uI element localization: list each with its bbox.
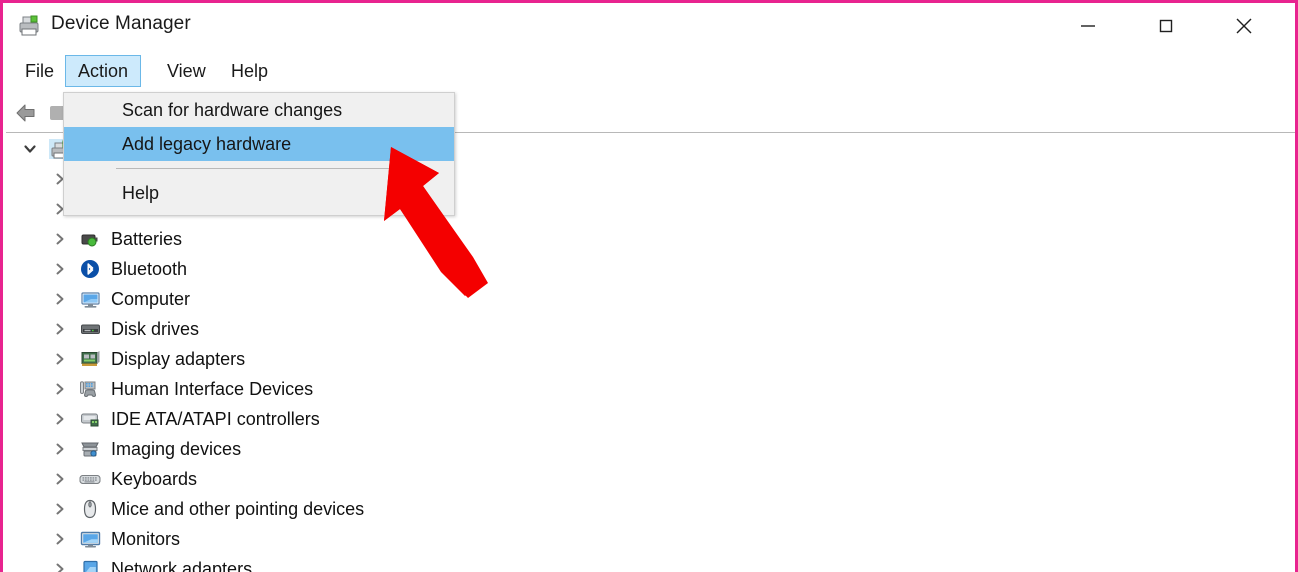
bluetooth-icon [79, 259, 101, 279]
tree-item-label: Bluetooth [111, 258, 188, 279]
tree-item-bluetooth[interactable]: Bluetooth [9, 254, 1292, 284]
tree-item-ide-controllers[interactable]: IDE ATA/ATAPI controllers [9, 404, 1292, 434]
tree-item-label: Batteries [111, 228, 183, 249]
tree-item-label: Imaging devices [111, 438, 242, 459]
keyboard-icon [79, 469, 101, 489]
tree-item-label: Keyboards [111, 468, 198, 489]
tree-item-label: Human Interface Devices [111, 378, 314, 399]
tree-item-monitors[interactable]: Monitors [9, 524, 1292, 554]
window-title: Device Manager [51, 13, 191, 34]
tree-item-label: Monitors [111, 528, 181, 549]
chevron-right-icon[interactable] [51, 471, 69, 487]
tree-item-label: IDE ATA/ATAPI controllers [111, 408, 320, 429]
tree-item-label: Display adapters [111, 348, 246, 369]
tree-item-label: Computer [111, 288, 191, 309]
computer-icon [79, 289, 101, 309]
tree-item-batteries[interactable]: Batteries [9, 224, 1292, 254]
menu-help[interactable]: Help [219, 55, 280, 87]
maximize-icon [1155, 15, 1177, 37]
tree-item-mice[interactable]: Mice and other pointing devices [9, 494, 1292, 524]
device-manager-window: Device Manager File Action View Help Bat… [0, 0, 1298, 572]
chevron-right-icon[interactable] [51, 411, 69, 427]
close-icon [1232, 14, 1256, 38]
close-button[interactable] [1214, 3, 1274, 48]
tree-item-label: Network adapters [111, 558, 253, 572]
tree-item-label: Mice and other pointing devices [111, 498, 365, 519]
ide-controller-icon [79, 409, 101, 429]
title-bar[interactable]: Device Manager [3, 3, 1295, 48]
chevron-right-icon[interactable] [51, 501, 69, 517]
tree-item-disk-drives[interactable]: Disk drives [9, 314, 1292, 344]
tree-item-network-adapters[interactable]: Network adapters [9, 554, 1292, 572]
chevron-right-icon[interactable] [51, 321, 69, 337]
menu-bar: File Action View Help [3, 51, 1295, 91]
maximize-button[interactable] [1136, 3, 1196, 48]
imaging-device-icon [79, 439, 101, 459]
minimize-icon [1077, 15, 1099, 37]
tree-item-computer[interactable]: Computer [9, 284, 1292, 314]
menu-separator [116, 168, 402, 169]
chevron-right-icon[interactable] [51, 261, 69, 277]
chevron-right-icon[interactable] [51, 231, 69, 247]
chevron-right-icon[interactable] [51, 561, 69, 572]
monitor-icon [79, 529, 101, 549]
network-adapter-icon [79, 559, 101, 572]
menu-file[interactable]: File [13, 55, 66, 87]
minimize-button[interactable] [1058, 3, 1118, 48]
chevron-right-icon[interactable] [51, 291, 69, 307]
tree-item-keyboards[interactable]: Keyboards [9, 464, 1292, 494]
tree-item-label: Disk drives [111, 318, 200, 339]
menu-item-scan-for-hardware-changes[interactable]: Scan for hardware changes [64, 93, 454, 127]
chevron-right-icon[interactable] [51, 441, 69, 457]
disk-drive-icon [79, 319, 101, 339]
tree-item-display-adapters[interactable]: Display adapters [9, 344, 1292, 374]
chevron-down-icon[interactable] [21, 141, 39, 157]
chevron-right-icon[interactable] [51, 531, 69, 547]
battery-icon [79, 229, 101, 249]
chevron-right-icon[interactable] [51, 351, 69, 367]
menu-view[interactable]: View [155, 55, 218, 87]
menu-action[interactable]: Action [65, 55, 142, 87]
mouse-icon [79, 499, 101, 519]
menu-item-help[interactable]: Help [64, 176, 454, 210]
display-adapter-icon [79, 349, 101, 369]
device-manager-icon [17, 14, 41, 36]
action-dropdown-menu[interactable]: Scan for hardware changes Add legacy har… [63, 92, 455, 216]
tree-item-imaging-devices[interactable]: Imaging devices [9, 434, 1292, 464]
back-arrow-icon[interactable] [14, 101, 42, 125]
hid-icon [79, 379, 101, 399]
tree-item-human-interface-devices[interactable]: Human Interface Devices [9, 374, 1292, 404]
menu-item-add-legacy-hardware[interactable]: Add legacy hardware [64, 127, 454, 161]
chevron-right-icon[interactable] [51, 381, 69, 397]
